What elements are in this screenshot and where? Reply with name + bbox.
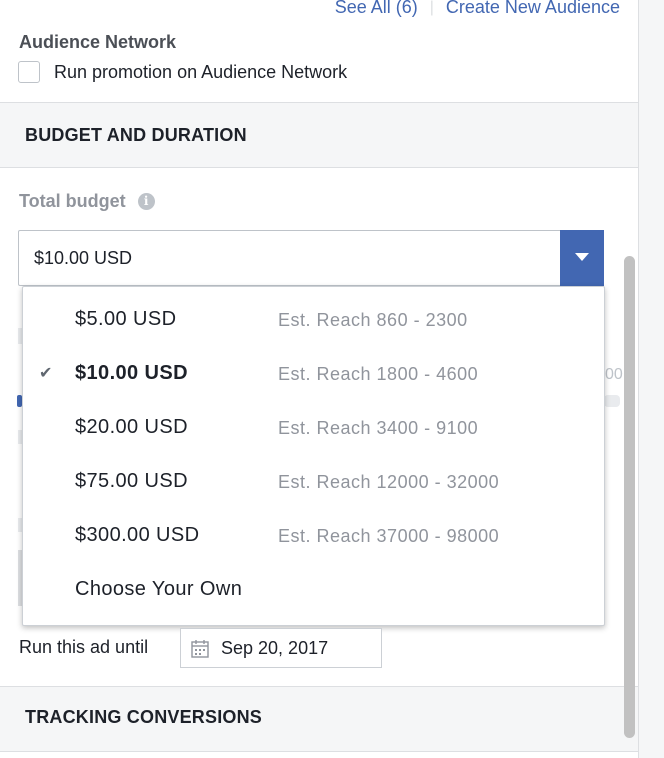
hidden-slider-text: 00 [605, 366, 623, 383]
chevron-down-icon [575, 253, 589, 261]
budget-option-75[interactable]: $75.00 USD Est. Reach 12000 - 32000 [23, 457, 604, 511]
tracking-conversions-section-header[interactable]: TRACKING CONVERSIONS [0, 686, 638, 752]
see-all-link[interactable]: See All (6) [335, 0, 418, 18]
budget-option-amount: $10.00 USD [75, 362, 188, 384]
budget-option-reach: Est. Reach 860 - 2300 [278, 310, 468, 330]
budget-option-amount: $5.00 USD [75, 308, 177, 330]
hidden-slider-track [604, 395, 620, 407]
checkmark-icon: ✔ [39, 365, 53, 382]
audience-network-label: Audience Network [19, 32, 177, 52]
audience-network-checkbox-row[interactable]: Run promotion on Audience Network [18, 61, 347, 83]
ad-settings-panel: See All (6) | Create New Audience Audien… [0, 0, 638, 758]
budget-option-20[interactable]: $20.00 USD Est. Reach 3400 - 9100 [23, 403, 604, 457]
info-icon[interactable]: i [137, 193, 155, 210]
dropdown-toggle-button[interactable] [560, 230, 604, 286]
budget-option-300[interactable]: $300.00 USD Est. Reach 37000 - 98000 [23, 511, 604, 565]
budget-option-amount: $75.00 USD [75, 470, 188, 492]
budget-option-reach: Est. Reach 3400 - 9100 [278, 418, 479, 438]
tracking-conversions-title: TRACKING CONVERSIONS [25, 707, 263, 727]
total-budget-label: Total budget i [19, 191, 155, 212]
end-date-value: Sep 20, 2017 [221, 638, 329, 658]
budget-option-amount: $20.00 USD [75, 416, 188, 438]
total-budget-dropdown-menu: $5.00 USD Est. Reach 860 - 2300 ✔ $10.00… [22, 286, 605, 626]
calendar-icon [191, 640, 209, 658]
budget-duration-section-header: BUDGET AND DURATION [0, 102, 638, 168]
budget-option-reach: Est. Reach 37000 - 98000 [278, 526, 500, 546]
create-new-audience-link[interactable]: Create New Audience [446, 0, 620, 18]
total-budget-select[interactable]: $10.00 USD [18, 230, 604, 286]
budget-duration-title: BUDGET AND DURATION [25, 125, 247, 145]
right-rail [638, 0, 664, 758]
budget-option-5[interactable]: $5.00 USD Est. Reach 860 - 2300 [23, 295, 604, 349]
audience-network-checkbox-label[interactable]: Run promotion on Audience Network [54, 62, 347, 83]
total-budget-selected-value: $10.00 USD [34, 248, 133, 268]
run-until-label: Run this ad until [19, 637, 149, 657]
budget-option-choose-own[interactable]: Choose Your Own [23, 565, 604, 619]
end-date-field[interactable]: Sep 20, 2017 [180, 628, 382, 668]
budget-option-amount: Choose Your Own [75, 578, 243, 600]
scrollbar-thumb[interactable] [624, 256, 635, 738]
budget-option-10[interactable]: ✔ $10.00 USD Est. Reach 1800 - 4600 [23, 349, 604, 403]
budget-option-reach: Est. Reach 1800 - 4600 [278, 364, 479, 384]
link-separator: | [429, 0, 434, 16]
budget-option-amount: $300.00 USD [75, 524, 200, 546]
audience-links: See All (6) | Create New Audience [335, 0, 620, 18]
audience-network-checkbox[interactable] [18, 61, 40, 83]
total-budget-label-text: Total budget [19, 191, 126, 211]
budget-option-reach: Est. Reach 12000 - 32000 [278, 472, 500, 492]
